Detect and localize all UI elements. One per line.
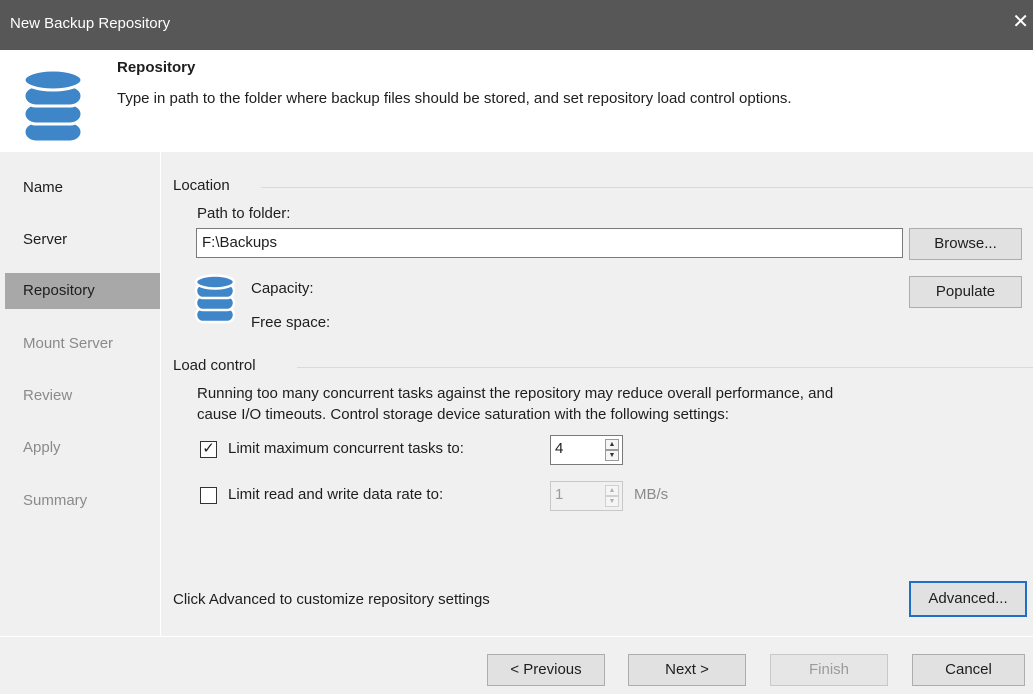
concurrent-tasks-stepper[interactable]: 4 ▲ ▼	[550, 435, 623, 465]
location-divider	[261, 187, 1033, 188]
location-section-title: Location	[173, 177, 230, 194]
wizard-header: Repository Type in path to the folder wh…	[0, 50, 1033, 152]
browse-button[interactable]: Browse...	[909, 228, 1022, 260]
increment-arrow-icon[interactable]: ▲	[605, 439, 619, 450]
load-control-description-line2: cause I/O timeouts. Control storage devi…	[197, 406, 729, 423]
step-mount-server: Mount Server	[23, 335, 114, 352]
free-space-label: Free space:	[251, 314, 331, 331]
limit-rate-label: Limit read and write data rate to:	[228, 486, 444, 503]
limit-rate-checkbox[interactable]	[200, 487, 217, 504]
step-name[interactable]: Name	[0, 170, 160, 206]
decrement-arrow-icon[interactable]: ▼	[605, 450, 619, 461]
step-review: Review	[23, 387, 73, 404]
page-title: Repository	[117, 59, 196, 76]
checkmark-icon: ✓	[202, 440, 215, 457]
main-panel: Location Path to folder: F:\Backups Brow…	[160, 152, 1033, 636]
concurrent-tasks-value[interactable]: 4	[555, 440, 563, 457]
path-label: Path to folder:	[197, 205, 291, 222]
previous-button[interactable]: < Previous	[487, 654, 605, 686]
data-rate-unit: MB/s	[634, 486, 669, 503]
close-icon[interactable]: ✕	[1012, 12, 1029, 32]
populate-button[interactable]: Populate	[909, 276, 1022, 308]
limit-tasks-label: Limit maximum concurrent tasks to:	[228, 440, 464, 457]
increment-arrow-icon: ▲	[605, 485, 619, 496]
finish-button: Finish	[770, 654, 888, 686]
limit-tasks-checkbox[interactable]: ✓	[200, 440, 217, 458]
advanced-hint: Click Advanced to customize repository s…	[173, 591, 490, 608]
title-bar: New Backup Repository ✕	[0, 0, 1033, 50]
data-rate-stepper: 1 ▲ ▼	[550, 481, 623, 511]
decrement-arrow-icon: ▼	[605, 496, 619, 507]
step-repository[interactable]: Repository	[5, 273, 160, 309]
step-summary: Summary	[23, 492, 88, 509]
capacity-label: Capacity:	[251, 280, 314, 297]
wizard-footer: < Previous Next > Finish Cancel	[0, 636, 1033, 694]
load-control-section-title: Load control	[173, 357, 256, 374]
window-title: New Backup Repository	[10, 15, 171, 32]
advanced-button[interactable]: Advanced...	[909, 581, 1027, 617]
path-input[interactable]: F:\Backups	[196, 228, 903, 258]
next-button[interactable]: Next >	[628, 654, 746, 686]
load-control-divider	[297, 367, 1033, 368]
wizard-steps-sidebar: Name Server Repository Mount Server Revi…	[0, 152, 160, 636]
database-icon	[22, 68, 84, 150]
storage-database-icon	[194, 274, 236, 328]
load-control-description-line1: Running too many concurrent tasks agains…	[197, 385, 834, 402]
data-rate-value: 1	[555, 486, 564, 503]
step-apply: Apply	[23, 439, 61, 456]
step-server[interactable]: Server	[0, 222, 160, 258]
cancel-button[interactable]: Cancel	[912, 654, 1025, 686]
page-description: Type in path to the folder where backup …	[117, 90, 792, 107]
